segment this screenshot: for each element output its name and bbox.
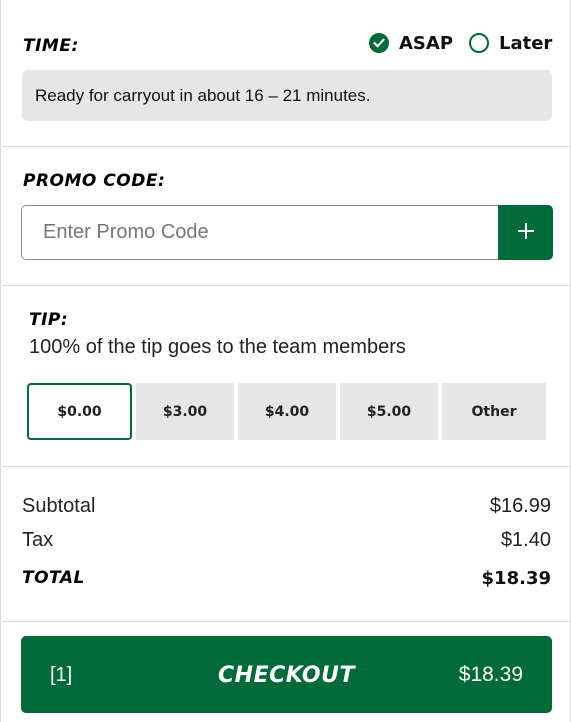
time-heading: TIME: bbox=[23, 36, 79, 56]
ready-time-notice: Ready for carryout in about 16 – 21 minu… bbox=[22, 70, 552, 121]
promo-heading: PROMO CODE: bbox=[23, 171, 166, 191]
tip-option-5[interactable]: $5.00 bbox=[340, 383, 438, 440]
promo-code-input[interactable] bbox=[21, 205, 499, 260]
tip-section: TIP: 100% of the tip goes to the team me… bbox=[2, 286, 571, 467]
totals-section: Subtotal $16.99 Tax $1.40 TOTAL $18.39 bbox=[2, 467, 571, 622]
subtotal-value: $16.99 bbox=[489, 495, 551, 517]
subtotal-label: Subtotal bbox=[22, 495, 96, 517]
tip-option-other[interactable]: Other bbox=[442, 383, 546, 440]
later-label: Later bbox=[499, 32, 553, 54]
promo-section: PROMO CODE: bbox=[2, 147, 571, 286]
tax-label: Tax bbox=[22, 529, 54, 551]
ready-time-text: Ready for carryout in about 16 – 21 minu… bbox=[35, 85, 371, 105]
tip-option-4[interactable]: $4.00 bbox=[238, 383, 336, 440]
apply-promo-button[interactable] bbox=[498, 205, 553, 260]
total-value: $18.39 bbox=[481, 568, 551, 589]
later-radio[interactable]: Later bbox=[469, 31, 552, 55]
asap-radio[interactable]: ASAP bbox=[369, 31, 453, 55]
check-circle-icon bbox=[369, 33, 389, 53]
empty-circle-icon bbox=[469, 33, 489, 53]
tax-value: $1.40 bbox=[500, 529, 551, 551]
checkout-button[interactable]: [1] CHECKOUT $18.39 bbox=[21, 636, 552, 713]
plus-icon bbox=[517, 222, 535, 243]
checkout-panel: TIME: ASAP Later Ready for carryout in a… bbox=[0, 0, 571, 722]
total-label: TOTAL bbox=[22, 568, 85, 588]
asap-label: ASAP bbox=[399, 32, 454, 54]
checkout-price: $18.39 bbox=[458, 663, 523, 686]
tip-description: 100% of the tip goes to the team members bbox=[29, 336, 406, 358]
time-section: TIME: ASAP Later Ready for carryout in a… bbox=[2, 0, 571, 147]
tip-heading: TIP: bbox=[29, 310, 69, 330]
tip-option-0[interactable]: $0.00 bbox=[27, 383, 132, 440]
tip-option-3[interactable]: $3.00 bbox=[136, 383, 234, 440]
